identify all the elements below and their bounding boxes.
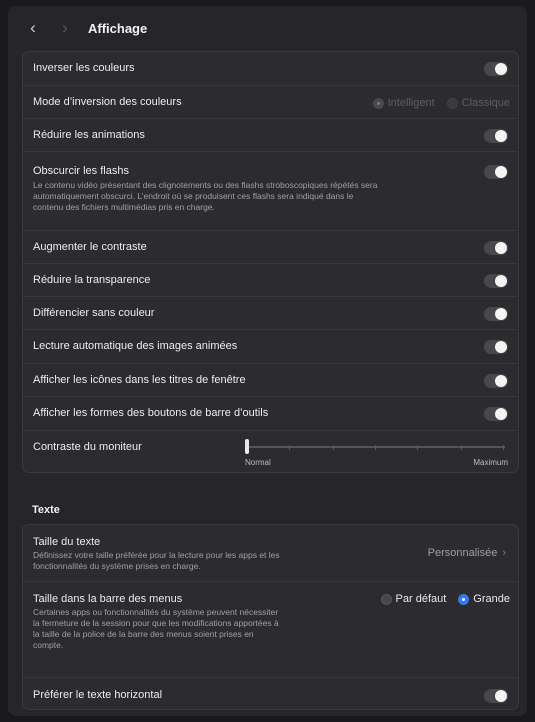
slider-tick: [461, 445, 462, 450]
text-size-description: Définissez votre taille préférée pour la…: [33, 550, 363, 572]
autoplay-animated-images-toggle[interactable]: [484, 340, 508, 354]
text-size-label: Taille du texte: [33, 536, 101, 548]
text-settings-group: Taille du texte Définissez votre taille …: [22, 524, 519, 710]
menu-bar-size-row: Taille dans la barre des menus Certaines…: [23, 581, 518, 677]
toolbar-button-shapes-label: Afficher les formes des boutons de barre…: [33, 407, 269, 419]
display-contrast-max-label: Maximum: [473, 458, 508, 467]
slider-tick: [333, 445, 334, 450]
text-size-value-label: Personnalisée: [427, 547, 498, 559]
window-title-icons-label: Afficher les icônes dans les titres de f…: [33, 374, 246, 386]
invert-mode-label: Mode d’inversion des couleurs: [33, 96, 182, 108]
menu-bar-size-description-line: Certaines apps ou fonctionnalités du sys…: [33, 607, 279, 617]
invert-mode-row: Mode d’inversion des couleurs Intelligen…: [23, 85, 518, 118]
menu-bar-size-large-label: Grande: [473, 593, 510, 605]
dim-flashes-row: Obscurcir les flashs Le contenu vidéo pr…: [23, 151, 518, 230]
text-size-description-line: fonctionnalités du système prises en cha…: [33, 561, 201, 571]
reduce-transparency-row: Réduire la transparence: [23, 263, 518, 296]
differentiate-without-color-row: Différencier sans couleur: [23, 296, 518, 329]
menu-bar-size-description: Certaines apps ou fonctionnalités du sys…: [33, 607, 363, 651]
invert-mode-classic-label: Classique: [461, 97, 510, 109]
menu-bar-size-description-line: la taille de la police de la barre des m…: [33, 629, 254, 639]
autoplay-animated-images-row: Lecture automatique des images animées: [23, 329, 518, 363]
display-contrast-slider[interactable]: [245, 439, 507, 455]
reduce-motion-label: Réduire les animations: [33, 129, 145, 141]
increase-contrast-row: Augmenter le contraste: [23, 230, 518, 263]
text-size-value[interactable]: Personnalisée ›: [428, 547, 506, 559]
settings-window: ‹ › Affichage Inverser les couleurs Mode…: [8, 6, 527, 716]
prefer-horizontal-text-label: Préférer le texte horizontal: [33, 689, 163, 701]
display-settings-group: Inverser les couleurs Mode d’inversion d…: [22, 51, 519, 473]
page-title: Affichage: [88, 20, 148, 36]
chevron-right-icon: ›: [62, 18, 68, 37]
menu-bar-size-default-label: Par défaut: [395, 593, 447, 605]
prefer-horizontal-text-toggle[interactable]: [484, 689, 508, 703]
display-contrast-label: Contraste du moniteur: [33, 441, 142, 453]
reduce-motion-row: Réduire les animations: [23, 118, 518, 151]
dim-flashes-description-line: contenu des fichiers multimédias pris en…: [33, 202, 215, 212]
display-contrast-min-label: Normal: [245, 458, 271, 467]
toolbar-button-shapes-toggle[interactable]: [484, 407, 508, 421]
menu-bar-size-default-radio[interactable]: [380, 593, 392, 605]
dim-flashes-description: Le contenu vidéo présentant des clignote…: [33, 180, 473, 213]
chevron-left-icon: ‹: [30, 18, 36, 37]
autoplay-animated-images-label: Lecture automatique des images animées: [33, 340, 238, 352]
forward-button[interactable]: ›: [54, 17, 76, 39]
title-bar: ‹ › Affichage: [8, 6, 527, 50]
invert-colors-row: Inverser les couleurs: [23, 52, 518, 85]
invert-colors-label: Inverser les couleurs: [33, 62, 135, 74]
invert-mode-options: Intelligent Classique: [372, 97, 510, 109]
differentiate-without-color-label: Différencier sans couleur: [33, 307, 155, 319]
menu-bar-size-options: Par défaut Grande: [380, 593, 510, 605]
menu-bar-size-large-radio[interactable]: [458, 593, 470, 605]
reduce-transparency-label: Réduire la transparence: [33, 274, 151, 286]
invert-mode-classic-radio[interactable]: [446, 97, 458, 109]
toolbar-button-shapes-row: Afficher les formes des boutons de barre…: [23, 396, 518, 430]
text-size-description-line: Définissez votre taille préférée pour la…: [33, 550, 280, 560]
slider-knob[interactable]: [245, 439, 249, 454]
invert-mode-intelligent-radio[interactable]: [372, 97, 384, 109]
menu-bar-size-description-line: compte.: [33, 640, 64, 650]
slider-tick: [417, 445, 418, 450]
differentiate-without-color-toggle[interactable]: [484, 307, 508, 321]
slider-tick: [503, 445, 504, 450]
reduce-motion-toggle[interactable]: [484, 129, 508, 143]
invert-mode-intelligent-label: Intelligent: [387, 97, 435, 109]
chevron-right-icon: ›: [502, 547, 506, 559]
invert-colors-toggle[interactable]: [484, 62, 508, 76]
increase-contrast-toggle[interactable]: [484, 241, 508, 255]
dim-flashes-label: Obscurcir les flashs: [33, 165, 129, 177]
window-title-icons-row: Afficher les icônes dans les titres de f…: [23, 363, 518, 396]
slider-tick: [289, 445, 290, 450]
back-button[interactable]: ‹: [22, 17, 44, 39]
display-contrast-row: Contraste du moniteur Normal Maximum: [23, 430, 518, 474]
text-size-row[interactable]: Taille du texte Définissez votre taille …: [23, 525, 518, 581]
dim-flashes-description-line: automatiquement obscurci. L’endroit où s…: [33, 191, 354, 201]
dim-flashes-toggle[interactable]: [484, 165, 508, 179]
menu-bar-size-label: Taille dans la barre des menus: [33, 593, 183, 605]
slider-tick: [375, 445, 376, 450]
window-title-icons-toggle[interactable]: [484, 374, 508, 388]
dim-flashes-description-line: Le contenu vidéo présentant des clignote…: [33, 180, 378, 190]
increase-contrast-label: Augmenter le contraste: [33, 241, 147, 253]
text-section-header: Texte: [32, 504, 60, 516]
reduce-transparency-toggle[interactable]: [484, 274, 508, 288]
prefer-horizontal-text-row: Préférer le texte horizontal: [23, 677, 518, 711]
menu-bar-size-description-line: la fermeture de la session pour que les …: [33, 618, 279, 628]
